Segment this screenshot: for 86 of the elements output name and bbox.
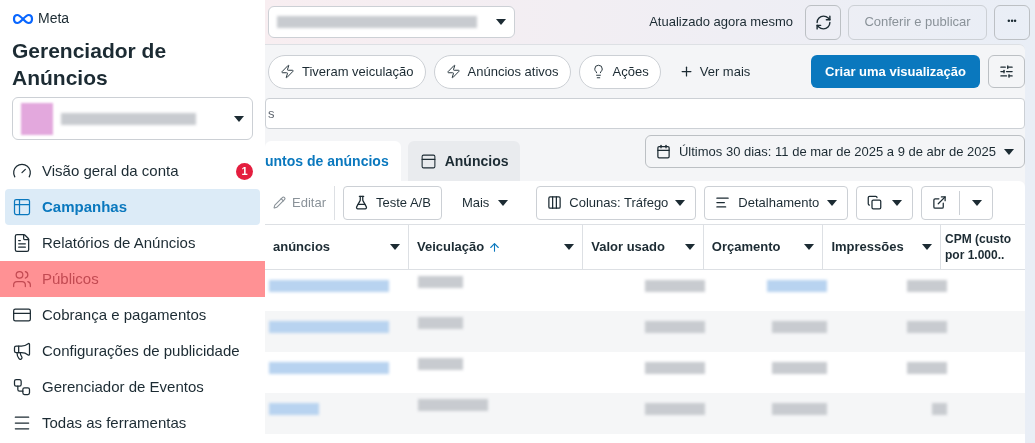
- see-more-button[interactable]: Ver mais: [678, 61, 751, 82]
- columns-button[interactable]: Colunas: Tráfego: [536, 185, 697, 220]
- breakdown-button[interactable]: Detalhamento: [704, 185, 849, 220]
- caret-icon: [496, 19, 506, 25]
- caret-icon: [804, 244, 815, 250]
- calendar-icon: [655, 144, 671, 159]
- blurred-text: [772, 321, 827, 333]
- settings-button[interactable]: [988, 55, 1025, 88]
- search-field[interactable]: s: [265, 98, 1025, 129]
- tab[interactable]: Anúncios: [407, 141, 521, 181]
- blurred-text: [269, 403, 319, 415]
- app-title: Gerenciador de Anúncios: [11, 38, 168, 91]
- column-header[interactable]: Valor usado: [583, 225, 704, 269]
- column-header[interactable]: CPM (custo por 1.000..: [941, 225, 1025, 269]
- blurred-text: [767, 280, 827, 292]
- flask-icon: [353, 195, 369, 210]
- sidebar-item[interactable]: Cobrança e pagamentos: [0, 297, 265, 333]
- lightning-icon: [280, 64, 295, 79]
- blurred-text: [907, 280, 947, 292]
- export-icon: [932, 195, 948, 210]
- megaphone-icon: [12, 341, 32, 361]
- sort-ascending-icon: [488, 240, 502, 254]
- caret-icon: [972, 199, 983, 206]
- export-button[interactable]: [921, 185, 994, 220]
- ab-test-button[interactable]: Teste A/B: [342, 185, 442, 220]
- column-header[interactable]: Orçamento: [703, 225, 824, 269]
- blurred-text: [772, 362, 827, 374]
- sidebar-item[interactable]: Visão geral da conta 1: [0, 153, 265, 189]
- pencil-icon: [273, 196, 286, 209]
- caret-icon: [827, 199, 838, 206]
- more-actions-button[interactable]: Mais: [449, 185, 521, 220]
- notification-badge: 1: [236, 162, 253, 180]
- lightning-icon: [445, 64, 461, 79]
- people-icon: [12, 269, 32, 289]
- filter-chip[interactable]: Tiveram veiculação: [268, 54, 426, 89]
- breakdown-icon: [715, 195, 731, 210]
- blurred-text: [418, 317, 463, 329]
- caret-icon: [234, 115, 244, 122]
- more-button[interactable]: •••: [994, 4, 1030, 40]
- document-icon: [12, 233, 32, 253]
- tab[interactable]: untos de anúncios: [265, 141, 401, 181]
- sliders-icon: [999, 64, 1014, 79]
- blurred-text: [418, 358, 463, 370]
- infinity-logo-icon: [12, 12, 34, 25]
- refresh-button[interactable]: [805, 4, 841, 40]
- caret-icon: [922, 244, 932, 250]
- blurred-text: [907, 362, 947, 374]
- blurred-text: [932, 403, 947, 415]
- filter-chip[interactable]: Ações: [578, 54, 661, 89]
- caret-icon: [498, 199, 509, 206]
- reports-button[interactable]: [856, 185, 914, 220]
- date-range-button[interactable]: Últimos 30 dias: 11 de mar de 2025 a 9 de abr de 2025: [644, 135, 1025, 168]
- column-header[interactable]: Veiculação: [409, 225, 584, 269]
- window-icon: [419, 152, 437, 170]
- account-avatar: [21, 102, 53, 135]
- sidebar-item[interactable]: Gerenciador de Eventos: [0, 369, 265, 405]
- blurred-text: [645, 280, 705, 292]
- blurred-text: [645, 362, 705, 374]
- logo-text: Meta: [38, 9, 70, 28]
- update-status: Atualizado agora mesmo: [649, 13, 793, 32]
- blurred-text: [772, 403, 827, 415]
- blurred-text: [645, 321, 705, 333]
- caret-icon: [1004, 148, 1014, 155]
- sidebar-item[interactable]: Configurações de publicidade: [0, 333, 265, 369]
- caret-icon: [564, 244, 575, 250]
- sidebar-item[interactable]: Todas as ferramentas: [0, 405, 265, 441]
- caret-icon: [892, 199, 903, 206]
- caret-icon: [684, 244, 695, 250]
- column-header[interactable]: anúncios: [265, 225, 409, 269]
- columns-icon: [547, 195, 563, 210]
- column-header[interactable]: Impressões: [823, 225, 941, 269]
- caret-icon: [390, 244, 400, 250]
- sidebar-item[interactable]: Relatórios de Anúncios: [0, 225, 265, 261]
- blurred-text: [418, 276, 463, 288]
- create-view-button[interactable]: Criar uma visualização: [811, 55, 980, 88]
- refresh-icon: [814, 13, 832, 31]
- filter-chip[interactable]: Anúncios ativos: [433, 54, 571, 89]
- plus-icon: [678, 64, 694, 79]
- caret-icon: [675, 199, 686, 206]
- blurred-text: [418, 399, 488, 411]
- blurred-text: [645, 403, 705, 415]
- copy-icon: [867, 195, 883, 210]
- nodes-icon: [12, 377, 32, 397]
- table-icon: [12, 197, 32, 217]
- blurred-text: [907, 321, 947, 333]
- sidebar-item[interactable]: Campanhas: [5, 189, 260, 225]
